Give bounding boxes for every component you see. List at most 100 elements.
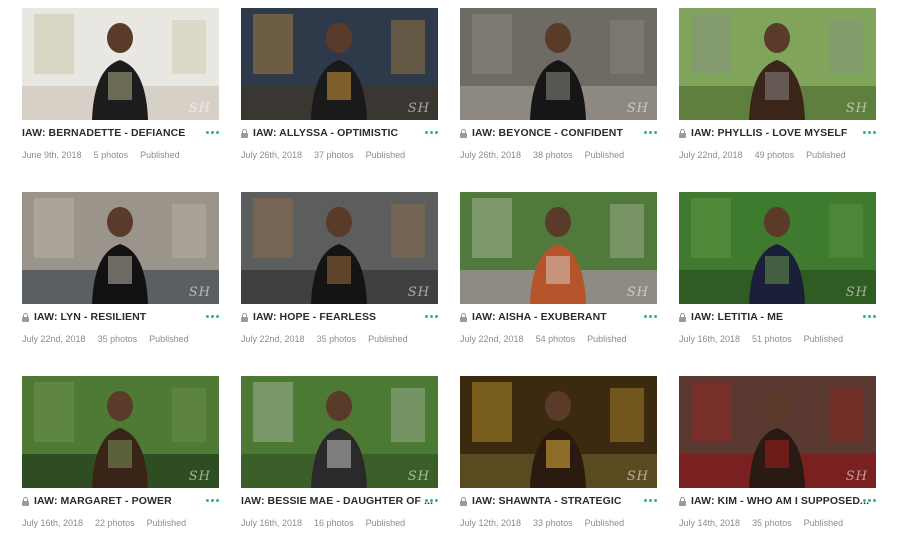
gallery-title[interactable]: IAW: HOPE - FEARLESS: [253, 311, 376, 323]
gallery-thumbnail[interactable]: SH: [22, 376, 219, 488]
gallery-meta: July 26th, 2018 38 photos Published: [460, 150, 636, 160]
more-dots-icon[interactable]: [206, 499, 219, 502]
watermark-signature: SH: [407, 101, 430, 116]
gallery-title-row: IAW: BERNADETTE - DEFIANCE: [22, 127, 219, 141]
gallery-title-row: IAW: BEYONCE - CONFIDENT: [460, 127, 657, 141]
more-dots-icon[interactable]: [425, 499, 438, 502]
gallery-meta: July 26th, 2018 37 photos Published: [241, 150, 417, 160]
gallery-title[interactable]: IAW: ALLYSSA - OPTIMISTIC: [253, 127, 398, 139]
gallery-grid: SH IAW: BERNADETTE - DEFIANCE June 9th, 20…: [0, 0, 904, 528]
more-dots-icon[interactable]: [863, 499, 876, 502]
gallery-photo-count: 49 photos: [754, 150, 795, 160]
gallery-card[interactable]: SH IAW: AISHA - EXUBERANT July 22nd, 2018 5…: [460, 192, 657, 352]
gallery-card[interactable]: SH IAW: HOPE - FEARLESS July 22nd, 2018 35 …: [241, 192, 438, 352]
more-dots-icon[interactable]: [863, 315, 876, 318]
gallery-photo-count: 35 photos: [97, 334, 138, 344]
gallery-title-row: IAW: MARGARET - POWER: [22, 495, 219, 509]
gallery-card[interactable]: SH IAW: KIM - WHO AM I SUPPOSED... July 14…: [679, 376, 876, 536]
gallery-title[interactable]: IAW: BEYONCE - CONFIDENT: [472, 127, 623, 139]
lock-icon: [460, 313, 467, 322]
gallery-photo-count: 37 photos: [314, 150, 354, 160]
gallery-photo-count: 54 photos: [535, 334, 576, 344]
lock-icon: [460, 497, 467, 506]
gallery-status: Published: [806, 150, 846, 160]
gallery-thumbnail[interactable]: SH: [22, 192, 219, 304]
lock-icon: [22, 497, 29, 506]
gallery-thumbnail[interactable]: SH: [460, 8, 657, 120]
gallery-meta: July 22nd, 2018 35 photos Published: [22, 334, 201, 344]
gallery-title-row: IAW: AISHA - EXUBERANT: [460, 311, 657, 325]
gallery-title[interactable]: IAW: PHYLLIS - LOVE MYSELF: [691, 127, 847, 139]
gallery-meta: July 22nd, 2018 49 photos Published: [679, 150, 858, 160]
lock-icon: [679, 497, 686, 506]
gallery-thumbnail[interactable]: SH: [241, 8, 438, 120]
gallery-card[interactable]: SH IAW: ALLYSSA - OPTIMISTIC July 26th, 20…: [241, 8, 438, 168]
gallery-thumbnail[interactable]: SH: [460, 376, 657, 488]
more-dots-icon[interactable]: [425, 315, 438, 318]
more-dots-icon[interactable]: [644, 315, 657, 318]
gallery-card[interactable]: SH IAW: LETITIA - ME July 16th, 2018 51 pho…: [679, 192, 876, 352]
gallery-card[interactable]: SH IAW: SHAWNTA - STRATEGIC July 12th, 201…: [460, 376, 657, 536]
gallery-status: Published: [140, 150, 180, 160]
gallery-thumbnail[interactable]: SH: [241, 376, 438, 488]
lock-icon: [679, 129, 686, 138]
gallery-card[interactable]: SH IAW: BERNADETTE - DEFIANCE June 9th, 20…: [22, 8, 219, 168]
more-dots-icon[interactable]: [644, 131, 657, 134]
gallery-thumbnail[interactable]: SH: [679, 8, 876, 120]
gallery-title[interactable]: IAW: KIM - WHO AM I SUPPOSED...: [691, 495, 869, 507]
more-dots-icon[interactable]: [863, 131, 876, 134]
more-dots-icon[interactable]: [206, 131, 219, 134]
gallery-date: July 22nd, 2018: [22, 334, 86, 344]
gallery-photo-count: 35 photos: [316, 334, 357, 344]
gallery-card[interactable]: SH IAW: BESSIE MAE - DAUGHTER OF ... July …: [241, 376, 438, 536]
watermark-signature: SH: [626, 285, 649, 300]
watermark-signature: SH: [188, 285, 211, 300]
gallery-photo-count: 51 photos: [752, 334, 792, 344]
gallery-meta: July 22nd, 2018 54 photos Published: [460, 334, 639, 344]
gallery-date: July 16th, 2018: [679, 334, 741, 344]
gallery-title[interactable]: IAW: BESSIE MAE - DAUGHTER OF ...: [241, 495, 433, 507]
gallery-card[interactable]: SH IAW: PHYLLIS - LOVE MYSELF July 22nd, 2…: [679, 8, 876, 168]
gallery-status: Published: [587, 334, 627, 344]
gallery-thumbnail[interactable]: SH: [241, 192, 438, 304]
gallery-thumbnail[interactable]: SH: [679, 376, 876, 488]
gallery-card[interactable]: SH IAW: LYN - RESILIENT July 22nd, 2018 35 …: [22, 192, 219, 352]
gallery-date: July 26th, 2018: [241, 150, 303, 160]
gallery-title[interactable]: IAW: AISHA - EXUBERANT: [472, 311, 607, 323]
watermark-signature: SH: [188, 469, 211, 484]
gallery-thumbnail[interactable]: SH: [22, 8, 219, 120]
gallery-date: July 22nd, 2018: [460, 334, 524, 344]
watermark-signature: SH: [845, 285, 868, 300]
gallery-title[interactable]: IAW: LETITIA - ME: [691, 311, 783, 323]
more-dots-icon[interactable]: [644, 499, 657, 502]
gallery-thumbnail[interactable]: SH: [679, 192, 876, 304]
gallery-title-row: IAW: HOPE - FEARLESS: [241, 311, 438, 325]
gallery-date: July 26th, 2018: [460, 150, 522, 160]
gallery-title[interactable]: IAW: SHAWNTA - STRATEGIC: [472, 495, 622, 507]
gallery-card[interactable]: SH IAW: MARGARET - POWER July 16th, 2018 22…: [22, 376, 219, 536]
gallery-title-row: IAW: SHAWNTA - STRATEGIC: [460, 495, 657, 509]
more-dots-icon[interactable]: [425, 131, 438, 134]
gallery-meta: June 9th, 2018 5 photos Published: [22, 150, 192, 160]
watermark-signature: SH: [188, 101, 211, 116]
gallery-date: July 22nd, 2018: [241, 334, 305, 344]
gallery-title-row: IAW: ALLYSSA - OPTIMISTIC: [241, 127, 438, 141]
gallery-card[interactable]: SH IAW: BEYONCE - CONFIDENT July 26th, 201…: [460, 8, 657, 168]
lock-icon: [22, 313, 29, 322]
gallery-status: Published: [365, 150, 406, 160]
watermark-signature: SH: [626, 469, 649, 484]
more-dots-icon[interactable]: [206, 315, 219, 318]
gallery-status: Published: [584, 150, 625, 160]
lock-icon: [460, 129, 467, 138]
gallery-title[interactable]: IAW: MARGARET - POWER: [34, 495, 172, 507]
gallery-title-row: IAW: LYN - RESILIENT: [22, 311, 219, 325]
gallery-thumbnail[interactable]: SH: [460, 192, 657, 304]
gallery-title[interactable]: IAW: LYN - RESILIENT: [34, 311, 146, 323]
gallery-date: June 9th, 2018: [22, 150, 82, 160]
lock-icon: [241, 313, 248, 322]
gallery-title-row: IAW: LETITIA - ME: [679, 311, 876, 325]
lock-icon: [679, 313, 686, 322]
gallery-meta: July 22nd, 2018 35 photos Published: [241, 334, 420, 344]
watermark-signature: SH: [626, 101, 649, 116]
gallery-title[interactable]: IAW: BERNADETTE - DEFIANCE: [22, 127, 185, 139]
